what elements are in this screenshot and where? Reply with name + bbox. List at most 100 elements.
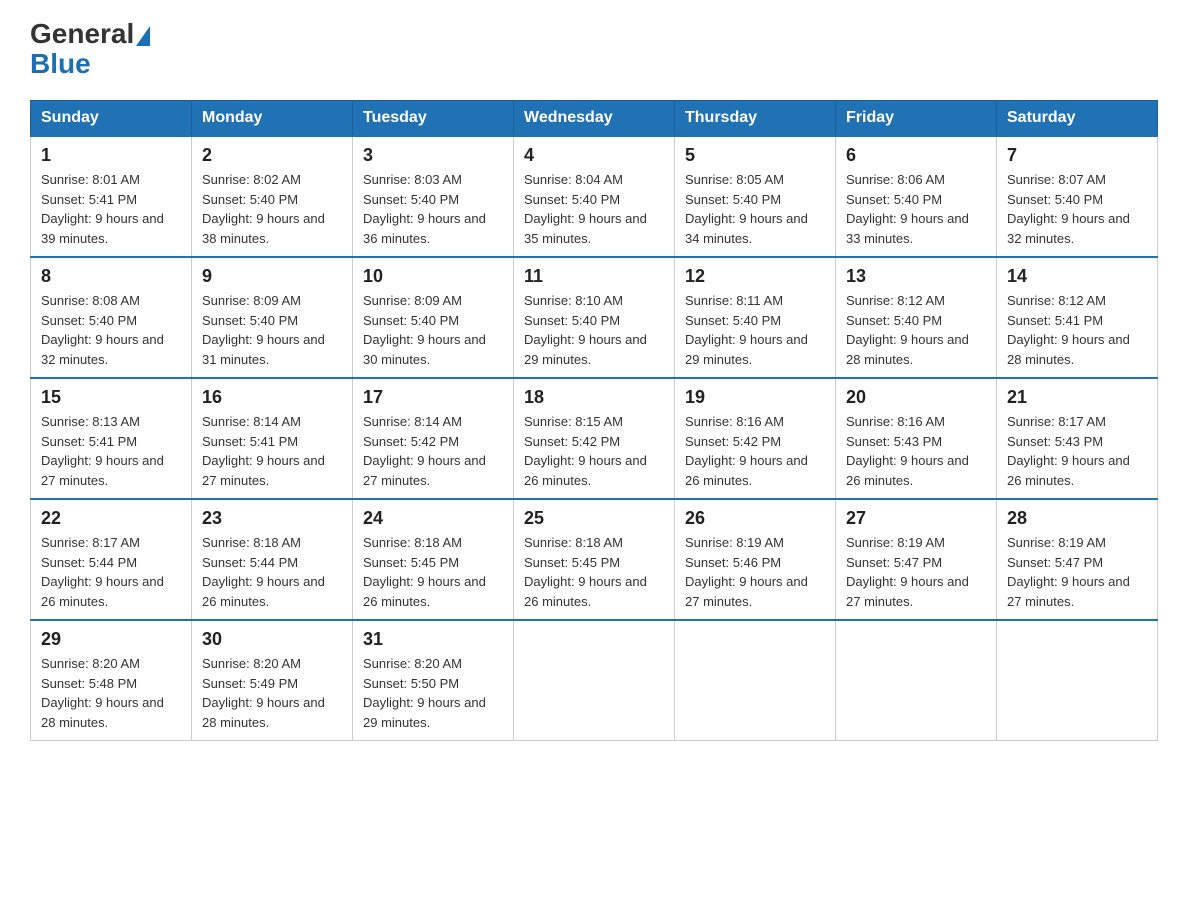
day-info: Sunrise: 8:13 AMSunset: 5:41 PMDaylight:… xyxy=(41,412,181,490)
day-number: 8 xyxy=(41,266,181,287)
day-number: 12 xyxy=(685,266,825,287)
calendar-day-cell: 4 Sunrise: 8:04 AMSunset: 5:40 PMDayligh… xyxy=(514,136,675,257)
calendar-day-cell: 28 Sunrise: 8:19 AMSunset: 5:47 PMDaylig… xyxy=(997,499,1158,620)
day-number: 29 xyxy=(41,629,181,650)
day-info: Sunrise: 8:15 AMSunset: 5:42 PMDaylight:… xyxy=(524,412,664,490)
day-info: Sunrise: 8:05 AMSunset: 5:40 PMDaylight:… xyxy=(685,170,825,248)
calendar-week-row: 1 Sunrise: 8:01 AMSunset: 5:41 PMDayligh… xyxy=(31,136,1158,257)
day-number: 20 xyxy=(846,387,986,408)
calendar-day-cell: 25 Sunrise: 8:18 AMSunset: 5:45 PMDaylig… xyxy=(514,499,675,620)
day-info: Sunrise: 8:20 AMSunset: 5:49 PMDaylight:… xyxy=(202,654,342,732)
day-info: Sunrise: 8:10 AMSunset: 5:40 PMDaylight:… xyxy=(524,291,664,369)
calendar-day-cell: 27 Sunrise: 8:19 AMSunset: 5:47 PMDaylig… xyxy=(836,499,997,620)
day-number: 11 xyxy=(524,266,664,287)
day-info: Sunrise: 8:19 AMSunset: 5:46 PMDaylight:… xyxy=(685,533,825,611)
day-number: 2 xyxy=(202,145,342,166)
calendar-day-cell: 21 Sunrise: 8:17 AMSunset: 5:43 PMDaylig… xyxy=(997,378,1158,499)
calendar-day-cell xyxy=(675,620,836,741)
calendar-day-cell xyxy=(997,620,1158,741)
calendar-day-cell: 30 Sunrise: 8:20 AMSunset: 5:49 PMDaylig… xyxy=(192,620,353,741)
calendar-day-cell: 24 Sunrise: 8:18 AMSunset: 5:45 PMDaylig… xyxy=(353,499,514,620)
calendar-day-cell: 9 Sunrise: 8:09 AMSunset: 5:40 PMDayligh… xyxy=(192,257,353,378)
calendar-day-cell: 31 Sunrise: 8:20 AMSunset: 5:50 PMDaylig… xyxy=(353,620,514,741)
day-number: 18 xyxy=(524,387,664,408)
calendar-day-cell: 17 Sunrise: 8:14 AMSunset: 5:42 PMDaylig… xyxy=(353,378,514,499)
logo-triangle-icon xyxy=(136,26,150,46)
col-tuesday: Tuesday xyxy=(353,101,514,137)
logo-blue-text: Blue xyxy=(30,48,91,80)
day-number: 19 xyxy=(685,387,825,408)
day-info: Sunrise: 8:12 AMSunset: 5:41 PMDaylight:… xyxy=(1007,291,1147,369)
day-number: 7 xyxy=(1007,145,1147,166)
calendar-day-cell: 15 Sunrise: 8:13 AMSunset: 5:41 PMDaylig… xyxy=(31,378,192,499)
day-info: Sunrise: 8:09 AMSunset: 5:40 PMDaylight:… xyxy=(363,291,503,369)
day-info: Sunrise: 8:14 AMSunset: 5:42 PMDaylight:… xyxy=(363,412,503,490)
col-thursday: Thursday xyxy=(675,101,836,137)
col-saturday: Saturday xyxy=(997,101,1158,137)
calendar-day-cell: 6 Sunrise: 8:06 AMSunset: 5:40 PMDayligh… xyxy=(836,136,997,257)
calendar-header-row: Sunday Monday Tuesday Wednesday Thursday… xyxy=(31,101,1158,137)
day-info: Sunrise: 8:16 AMSunset: 5:43 PMDaylight:… xyxy=(846,412,986,490)
day-info: Sunrise: 8:18 AMSunset: 5:45 PMDaylight:… xyxy=(363,533,503,611)
calendar-day-cell: 14 Sunrise: 8:12 AMSunset: 5:41 PMDaylig… xyxy=(997,257,1158,378)
day-info: Sunrise: 8:19 AMSunset: 5:47 PMDaylight:… xyxy=(846,533,986,611)
day-number: 13 xyxy=(846,266,986,287)
day-number: 5 xyxy=(685,145,825,166)
day-info: Sunrise: 8:18 AMSunset: 5:45 PMDaylight:… xyxy=(524,533,664,611)
day-info: Sunrise: 8:01 AMSunset: 5:41 PMDaylight:… xyxy=(41,170,181,248)
calendar-day-cell: 11 Sunrise: 8:10 AMSunset: 5:40 PMDaylig… xyxy=(514,257,675,378)
day-number: 15 xyxy=(41,387,181,408)
calendar-day-cell: 23 Sunrise: 8:18 AMSunset: 5:44 PMDaylig… xyxy=(192,499,353,620)
day-info: Sunrise: 8:17 AMSunset: 5:44 PMDaylight:… xyxy=(41,533,181,611)
calendar-day-cell: 2 Sunrise: 8:02 AMSunset: 5:40 PMDayligh… xyxy=(192,136,353,257)
calendar-table: Sunday Monday Tuesday Wednesday Thursday… xyxy=(30,100,1158,741)
day-number: 23 xyxy=(202,508,342,529)
day-info: Sunrise: 8:04 AMSunset: 5:40 PMDaylight:… xyxy=(524,170,664,248)
day-info: Sunrise: 8:16 AMSunset: 5:42 PMDaylight:… xyxy=(685,412,825,490)
calendar-week-row: 15 Sunrise: 8:13 AMSunset: 5:41 PMDaylig… xyxy=(31,378,1158,499)
col-sunday: Sunday xyxy=(31,101,192,137)
logo: General Blue xyxy=(30,20,150,80)
day-number: 16 xyxy=(202,387,342,408)
day-number: 31 xyxy=(363,629,503,650)
calendar-day-cell: 29 Sunrise: 8:20 AMSunset: 5:48 PMDaylig… xyxy=(31,620,192,741)
day-number: 6 xyxy=(846,145,986,166)
day-number: 27 xyxy=(846,508,986,529)
day-number: 22 xyxy=(41,508,181,529)
calendar-day-cell: 13 Sunrise: 8:12 AMSunset: 5:40 PMDaylig… xyxy=(836,257,997,378)
day-info: Sunrise: 8:18 AMSunset: 5:44 PMDaylight:… xyxy=(202,533,342,611)
day-number: 30 xyxy=(202,629,342,650)
calendar-day-cell: 16 Sunrise: 8:14 AMSunset: 5:41 PMDaylig… xyxy=(192,378,353,499)
calendar-day-cell: 8 Sunrise: 8:08 AMSunset: 5:40 PMDayligh… xyxy=(31,257,192,378)
day-number: 4 xyxy=(524,145,664,166)
day-number: 24 xyxy=(363,508,503,529)
day-number: 9 xyxy=(202,266,342,287)
day-info: Sunrise: 8:06 AMSunset: 5:40 PMDaylight:… xyxy=(846,170,986,248)
day-number: 10 xyxy=(363,266,503,287)
calendar-day-cell xyxy=(514,620,675,741)
logo-general-text: General xyxy=(30,20,134,48)
calendar-day-cell: 1 Sunrise: 8:01 AMSunset: 5:41 PMDayligh… xyxy=(31,136,192,257)
day-number: 21 xyxy=(1007,387,1147,408)
day-info: Sunrise: 8:02 AMSunset: 5:40 PMDaylight:… xyxy=(202,170,342,248)
calendar-day-cell: 7 Sunrise: 8:07 AMSunset: 5:40 PMDayligh… xyxy=(997,136,1158,257)
day-info: Sunrise: 8:14 AMSunset: 5:41 PMDaylight:… xyxy=(202,412,342,490)
calendar-day-cell: 10 Sunrise: 8:09 AMSunset: 5:40 PMDaylig… xyxy=(353,257,514,378)
day-number: 3 xyxy=(363,145,503,166)
day-info: Sunrise: 8:11 AMSunset: 5:40 PMDaylight:… xyxy=(685,291,825,369)
calendar-day-cell: 22 Sunrise: 8:17 AMSunset: 5:44 PMDaylig… xyxy=(31,499,192,620)
day-info: Sunrise: 8:09 AMSunset: 5:40 PMDaylight:… xyxy=(202,291,342,369)
calendar-day-cell: 26 Sunrise: 8:19 AMSunset: 5:46 PMDaylig… xyxy=(675,499,836,620)
calendar-body: 1 Sunrise: 8:01 AMSunset: 5:41 PMDayligh… xyxy=(31,136,1158,741)
day-info: Sunrise: 8:19 AMSunset: 5:47 PMDaylight:… xyxy=(1007,533,1147,611)
calendar-day-cell: 19 Sunrise: 8:16 AMSunset: 5:42 PMDaylig… xyxy=(675,378,836,499)
calendar-day-cell: 18 Sunrise: 8:15 AMSunset: 5:42 PMDaylig… xyxy=(514,378,675,499)
calendar-day-cell: 12 Sunrise: 8:11 AMSunset: 5:40 PMDaylig… xyxy=(675,257,836,378)
day-number: 17 xyxy=(363,387,503,408)
day-info: Sunrise: 8:08 AMSunset: 5:40 PMDaylight:… xyxy=(41,291,181,369)
day-number: 28 xyxy=(1007,508,1147,529)
calendar-week-row: 8 Sunrise: 8:08 AMSunset: 5:40 PMDayligh… xyxy=(31,257,1158,378)
calendar-week-row: 22 Sunrise: 8:17 AMSunset: 5:44 PMDaylig… xyxy=(31,499,1158,620)
day-info: Sunrise: 8:12 AMSunset: 5:40 PMDaylight:… xyxy=(846,291,986,369)
page-header: General Blue xyxy=(30,20,1158,80)
